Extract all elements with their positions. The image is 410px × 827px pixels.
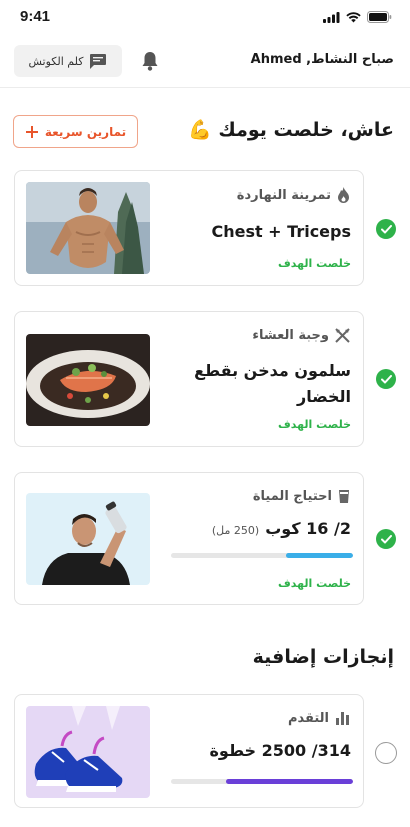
bar-chart-icon	[336, 712, 349, 725]
water-unit: (250 مل)	[211, 524, 260, 537]
status-time: 9:41	[20, 8, 51, 25]
today-title: عاش، خلصت يومك 💪	[188, 119, 394, 141]
workout-goal-status: خلصت الهدف	[277, 257, 351, 270]
greeting-text: صباح النشاط, Ahmed	[250, 52, 394, 67]
steps-progress-fill	[225, 779, 353, 784]
water-image	[26, 493, 150, 585]
steps-amount: 314/ 2500 خطوة	[209, 741, 351, 760]
workout-image	[26, 182, 150, 274]
workout-card[interactable]: تمرينة النهاردة Chest + Triceps خلصت اله…	[14, 170, 364, 286]
dinner-category-label: وجبة العشاء	[252, 328, 329, 343]
water-progress-fill	[285, 553, 353, 558]
water-amount-value: 2/ 16 كوب	[265, 519, 351, 538]
wifi-icon	[346, 11, 361, 22]
water-amount: 2/ 16 كوب (250 مل)	[212, 519, 351, 538]
water-done-check[interactable]	[376, 529, 396, 549]
top-header: صباح النشاط, Ahmed كلم الكوتش	[0, 38, 410, 88]
status-bar: 9:41	[0, 0, 410, 34]
dinner-image	[26, 334, 150, 426]
chat-icon	[90, 53, 107, 69]
water-category: احتياج المياة	[253, 489, 350, 504]
water-category-label: احتياج المياة	[252, 489, 332, 504]
steps-category: التقدم	[288, 711, 350, 726]
quick-workouts-label: تمارين سريعة	[44, 124, 127, 139]
workout-done-check[interactable]	[376, 219, 396, 239]
water-glass-icon	[339, 490, 349, 503]
steps-image	[26, 706, 150, 798]
flame-icon	[338, 187, 349, 203]
plus-icon	[25, 125, 38, 138]
water-card[interactable]: احتياج المياة 2/ 16 كوب (250 مل) خلصت اله…	[14, 472, 364, 605]
bell-icon[interactable]	[140, 50, 160, 72]
workout-category: تمرينة النهاردة	[237, 187, 350, 203]
talk-to-coach-button[interactable]: كلم الكوتش	[14, 45, 122, 77]
dinner-goal-status: خلصت الهدف	[277, 418, 351, 431]
steps-progress-bar	[171, 779, 353, 784]
dinner-title: سلمون مدخن بقطع الخضار	[194, 361, 351, 406]
quick-workouts-button[interactable]: تمارين سريعة	[13, 115, 138, 148]
steps-category-label: التقدم	[287, 711, 329, 726]
checkmark-icon	[380, 224, 392, 233]
workout-title: Chest + Triceps	[211, 222, 351, 241]
coach-label: كلم الكوتش	[28, 54, 84, 68]
workout-category-label: تمرينة النهاردة	[236, 187, 331, 203]
checkmark-icon	[380, 374, 392, 383]
dinner-done-check[interactable]	[376, 369, 396, 389]
water-goal-status: خلصت الهدف	[277, 577, 351, 590]
steps-card[interactable]: التقدم 314/ 2500 خطوة	[14, 694, 364, 808]
steps-pending-radio[interactable]	[375, 742, 397, 764]
status-icons	[323, 11, 392, 23]
utensils-icon	[335, 328, 350, 343]
battery-icon	[367, 11, 392, 23]
dinner-card[interactable]: وجبة العشاء سلمون مدخن بقطع الخضار خلصت …	[14, 311, 364, 447]
checkmark-icon	[380, 534, 392, 543]
signal-icon	[323, 11, 340, 23]
water-progress-bar	[171, 553, 353, 558]
dinner-category: وجبة العشاء	[252, 328, 350, 343]
extra-achievements-title: إنجازات إضافية	[252, 646, 394, 668]
